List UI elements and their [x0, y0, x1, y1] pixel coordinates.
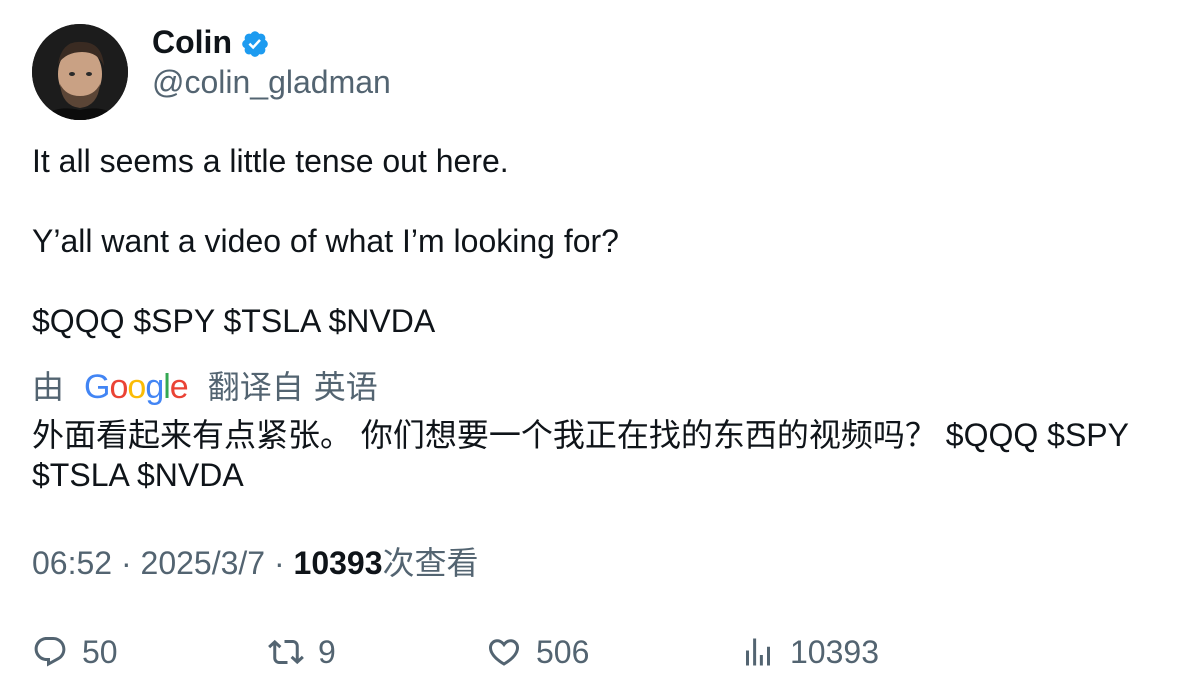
avatar[interactable]: [32, 24, 128, 120]
translation-attribution: 由 Google 翻译自 英语: [32, 367, 378, 407]
author-display-name[interactable]: Colin: [152, 22, 232, 62]
retweet-count: 9: [318, 633, 336, 670]
author-handle[interactable]: @colin_gladman: [152, 62, 391, 102]
translation-label: 翻译自: [207, 369, 304, 405]
views-button[interactable]: 10393: [740, 630, 879, 674]
author-name-row: Colin: [152, 22, 270, 62]
meta-separator: ·: [112, 545, 141, 581]
tweet-card: Colin @colin_gladman It all seems a litt…: [0, 0, 1196, 698]
tweet-date[interactable]: 2025/3/7: [141, 545, 266, 581]
view-count: 10393: [293, 545, 383, 581]
translation-prefix: 由: [32, 369, 65, 405]
retweet-button[interactable]: 9: [268, 630, 336, 674]
like-count: 506: [536, 633, 590, 670]
tweet-body: It all seems a little tense out here. ​ …: [32, 141, 1152, 341]
reply-icon: [34, 637, 66, 667]
tweet-text-line: It all seems a little tense out here.: [32, 143, 509, 179]
meta-separator: ·: [265, 545, 294, 581]
retweet-icon: [268, 639, 304, 665]
reply-button[interactable]: 50: [32, 630, 118, 674]
analytics-bars-icon: [746, 638, 770, 666]
tweet-cashtags[interactable]: $QQQ $SPY $TSLA $NVDA: [32, 301, 1152, 341]
verified-badge-icon: [242, 31, 268, 57]
like-button[interactable]: 506: [486, 630, 589, 674]
heart-icon: [488, 639, 520, 666]
google-logo-icon: Google: [84, 368, 189, 406]
view-count-label: 次查看: [382, 545, 479, 581]
reply-count: 50: [82, 633, 118, 670]
translation-source-language: 英语: [313, 369, 378, 405]
tweet-metadata: 06:52 · 2025/3/7 · 10393次查看: [32, 543, 479, 583]
translated-text: 外面看起来有点紧张。 你们想要一个我正在找的东西的视频吗？ $QQQ $SPY …: [32, 417, 1129, 493]
tweet-blank-line: ​: [32, 181, 1152, 221]
tweet-blank-line: ​: [32, 261, 1152, 301]
views-count: 10393: [790, 633, 879, 670]
tweet-text-line: Y’all want a video of what I’m looking f…: [32, 223, 619, 259]
avatar-portrait-icon: [32, 24, 128, 120]
tweet-time[interactable]: 06:52: [32, 545, 112, 581]
